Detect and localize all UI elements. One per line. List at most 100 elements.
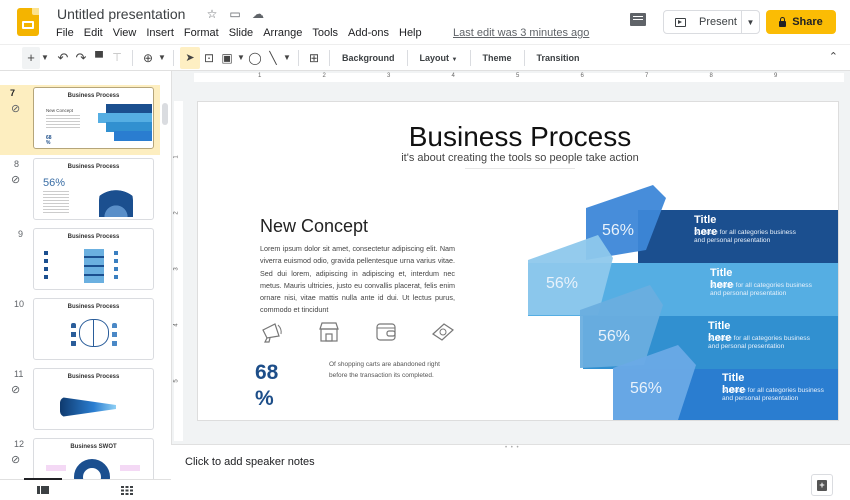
active-view-indicator xyxy=(24,478,62,480)
menu-edit[interactable]: Edit xyxy=(84,27,103,39)
step-percent[interactable]: 56% xyxy=(630,380,662,398)
thumbnail-image: Business Process xyxy=(33,298,154,360)
last-edit-link[interactable]: Last edit was 3 minutes ago xyxy=(453,27,589,39)
filmstrip-scrollbar[interactable] xyxy=(162,103,168,125)
toolbar-divider xyxy=(298,50,299,66)
slide-thumbnail-11[interactable]: 11 ⊘ Business Process xyxy=(0,366,160,436)
menu-bar: File Edit View Insert Format Slide Arran… xyxy=(56,27,432,39)
text-box-icon[interactable]: ⊡ xyxy=(200,47,218,69)
slides-logo-icon[interactable] xyxy=(17,8,39,36)
ruler-tick-label: 6 xyxy=(581,73,584,79)
zoom-dropdown-icon[interactable]: ▼ xyxy=(157,47,167,69)
menu-format[interactable]: Format xyxy=(184,27,219,39)
linked-slide-icon: ⊘ xyxy=(11,383,20,396)
stat-note[interactable]: Of shopping carts are abandoned right be… xyxy=(329,359,459,381)
new-slide-button[interactable]: + xyxy=(22,47,40,69)
ruler-tick-label: 1 xyxy=(258,73,261,79)
speaker-notes[interactable]: Click to add speaker notes + xyxy=(171,450,850,500)
star-icon[interactable]: ☆ xyxy=(205,7,219,21)
comments-icon[interactable] xyxy=(630,13,646,26)
concept-heading[interactable]: New Concept xyxy=(260,216,368,237)
thumbnail-title: Business SWOT xyxy=(34,444,153,450)
image-icon[interactable]: ▣ xyxy=(218,47,236,69)
step-description[interactable]: Suitable for all categories business and… xyxy=(710,282,820,298)
ruler-tick-label: 3 xyxy=(174,267,180,270)
ruler-tick-label: 9 xyxy=(774,73,777,79)
app-header: Untitled presentation ☆ ▭ ☁ File Edit Vi… xyxy=(0,0,850,44)
vertical-ruler[interactable]: 12345 xyxy=(174,101,183,441)
slide-title[interactable]: Business Process xyxy=(198,121,838,153)
new-slide-dropdown-icon[interactable]: ▼ xyxy=(40,47,50,69)
megaphone-icon[interactable] xyxy=(260,321,284,343)
document-title[interactable]: Untitled presentation xyxy=(57,6,185,22)
step-description[interactable]: Suitable for all categories business and… xyxy=(694,229,804,245)
step-description[interactable]: Suitable for all categories business and… xyxy=(722,387,832,403)
money-icon[interactable] xyxy=(431,321,455,343)
undo-icon[interactable]: ↶ xyxy=(54,47,72,69)
line-dropdown-icon[interactable]: ▼ xyxy=(282,47,292,69)
menu-file[interactable]: File xyxy=(56,27,74,39)
slide-filmstrip: 7 ⊘ Business Process New Concept 68% 8 ⊘… xyxy=(0,71,171,479)
menu-help[interactable]: Help xyxy=(399,27,422,39)
paint-format-icon[interactable]: ⊤ xyxy=(108,47,126,69)
transition-button[interactable]: Transition xyxy=(531,53,586,63)
cloud-status-icon[interactable]: ☁ xyxy=(251,7,265,21)
slide-number: 11 xyxy=(14,369,23,379)
select-tool-icon[interactable]: ➤ xyxy=(180,47,200,69)
thumbnail-title: Business Process xyxy=(34,374,153,380)
thumbnail-image: Business Process xyxy=(33,368,154,430)
present-label: Present xyxy=(699,16,741,28)
share-button[interactable]: Share xyxy=(766,10,836,34)
store-icon[interactable] xyxy=(317,321,341,343)
present-dropdown-icon[interactable]: ▼ xyxy=(741,11,759,33)
share-label: Share xyxy=(792,16,823,28)
line-icon[interactable]: ╲ xyxy=(264,47,282,69)
layout-label: Layout xyxy=(420,53,450,63)
slide-thumbnail-9[interactable]: 9 Business Process xyxy=(0,226,160,296)
comment-add-icon[interactable]: ⊞ xyxy=(305,47,323,69)
theme-button[interactable]: Theme xyxy=(477,53,518,63)
menu-view[interactable]: View xyxy=(113,27,137,39)
menu-addons[interactable]: Add-ons xyxy=(348,27,389,39)
menu-arrange[interactable]: Arrange xyxy=(263,27,302,39)
slide-thumbnail-10[interactable]: 10 Business Process xyxy=(0,296,160,366)
explore-button[interactable]: + xyxy=(811,474,833,496)
stat-value[interactable]: 68% xyxy=(255,360,278,412)
thumbnail-title: Business Process xyxy=(34,304,153,310)
step-description[interactable]: Suitable for all categories business and… xyxy=(708,335,818,351)
shape-icon[interactable]: ◯ xyxy=(246,47,264,69)
zoom-icon[interactable]: ⊕ xyxy=(139,47,157,69)
speaker-notes-placeholder[interactable]: Click to add speaker notes xyxy=(185,456,315,468)
step-percent[interactable]: 56% xyxy=(602,222,634,240)
concept-body-text[interactable]: Lorem ipsum dolor sit amet, consectetur … xyxy=(260,243,455,317)
slide-subtitle[interactable]: it's about creating the tools so people … xyxy=(198,152,838,164)
collapse-toolbar-icon[interactable]: ⌃ xyxy=(829,50,838,63)
print-icon[interactable]: ▀ xyxy=(90,47,108,69)
grid-view-icon[interactable] xyxy=(121,486,133,495)
menu-slide[interactable]: Slide xyxy=(229,27,253,39)
redo-icon[interactable]: ↷ xyxy=(72,47,90,69)
ruler-tick-label: 3 xyxy=(387,73,390,79)
horizontal-ruler[interactable]: 123456789 xyxy=(194,73,844,82)
thumbnail-image: Business Process New Concept 68% xyxy=(33,87,154,149)
toolbar-divider xyxy=(524,50,525,66)
slide-number: 9 xyxy=(18,229,23,239)
background-button[interactable]: Background xyxy=(336,53,401,63)
slide-number: 10 xyxy=(14,299,24,309)
slide-thumbnail-8[interactable]: 8 ⊘ Business Process 56% xyxy=(0,156,160,226)
move-to-folder-icon[interactable]: ▭ xyxy=(228,7,242,21)
wallet-icon[interactable] xyxy=(374,321,398,343)
step-percent[interactable]: 56% xyxy=(546,275,578,293)
filmstrip-view-icon[interactable] xyxy=(37,486,49,494)
step-percent[interactable]: 56% xyxy=(598,328,630,346)
slide-canvas[interactable]: Business Process it's about creating the… xyxy=(198,102,838,420)
slide-thumbnail-12[interactable]: 12 ⊘ Business SWOT xyxy=(0,436,160,479)
menu-insert[interactable]: Insert xyxy=(146,27,174,39)
present-button[interactable]: Present ▼ xyxy=(663,10,760,34)
slide-thumbnail-7[interactable]: 7 ⊘ Business Process New Concept 68% xyxy=(0,85,160,155)
layout-button[interactable]: Layout ▼ xyxy=(414,53,464,63)
image-dropdown-icon[interactable]: ▼ xyxy=(236,47,246,69)
thumbnail-title: Business Process xyxy=(34,93,153,99)
slide-canvas-area: 123456789 12345 Business Process it's ab… xyxy=(171,71,850,444)
menu-tools[interactable]: Tools xyxy=(312,27,338,39)
